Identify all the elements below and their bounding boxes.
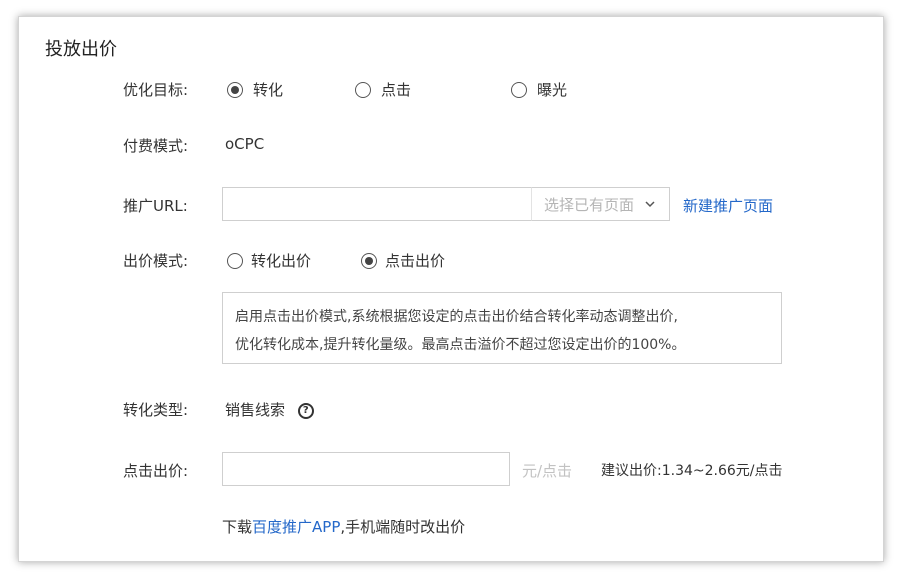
app-note-prefix: 下载	[222, 518, 253, 536]
bid-mode-radio-group: 转化出价 点击出价	[227, 250, 445, 271]
new-promo-page-link[interactable]: 新建推广页面	[683, 195, 773, 216]
section-title: 投放出价	[45, 39, 117, 60]
info-line-2: 优化转化成本,提升转化量级。最高点击溢价不超过您设定出价的100%。	[235, 337, 686, 353]
radio-click-bid[interactable]: 点击出价	[361, 250, 445, 271]
conversion-type-value: 销售线索	[225, 401, 286, 419]
page-select-placeholder: 选择已有页面	[544, 195, 635, 214]
optimization-label: 优化目标:	[123, 81, 189, 99]
radio-click-bid-label: 点击出价	[385, 252, 446, 270]
info-line-1: 启用点击出价模式,系统根据您设定的点击出价结合转化率动态调整出价,	[235, 309, 678, 325]
click-bid-label: 点击出价:	[123, 462, 189, 480]
bid-mode-info-box: 启用点击出价模式,系统根据您设定的点击出价结合转化率动态调整出价, 优化转化成本…	[222, 292, 782, 364]
promo-url-input[interactable]	[222, 187, 532, 221]
chevron-down-icon	[645, 201, 655, 208]
bid-mode-label: 出价模式:	[123, 252, 189, 270]
radio-unselected-icon	[511, 81, 527, 98]
payment-label: 付费模式:	[123, 137, 189, 155]
app-download-note: 下载百度推广APP,手机端随时改出价	[222, 516, 465, 537]
radio-click[interactable]: 点击	[355, 79, 511, 100]
radio-click-label: 点击	[381, 81, 412, 99]
page-select-dropdown[interactable]: 选择已有页面	[531, 187, 670, 221]
click-bid-unit: 元/点击	[522, 462, 573, 480]
radio-selected-icon	[361, 252, 377, 269]
radio-unselected-icon	[227, 252, 243, 269]
radio-selected-icon	[227, 81, 243, 98]
conversion-type-value-wrap: 销售线索 ?	[225, 399, 314, 420]
suggested-bid-text: 建议出价:1.34~2.66元/点击	[601, 463, 783, 479]
radio-impression-label: 曝光	[537, 81, 568, 99]
payment-value: oCPC	[225, 135, 265, 153]
promo-url-label: 推广URL:	[123, 197, 188, 215]
question-circle-icon[interactable]: ?	[297, 402, 314, 419]
radio-unselected-icon	[355, 81, 371, 98]
radio-conversion-bid[interactable]: 转化出价	[227, 250, 361, 271]
optimization-radio-group: 转化 点击 曝光	[227, 79, 567, 100]
radio-impression[interactable]: 曝光	[511, 79, 567, 100]
bid-settings-panel: 投放出价 优化目标: 转化 点击 曝光 付费模式: oCPC 推广URL: 选择…	[18, 16, 884, 562]
radio-conversion-bid-label: 转化出价	[251, 252, 312, 270]
radio-conversion-label: 转化	[253, 81, 284, 99]
conversion-type-label: 转化类型:	[123, 401, 189, 419]
click-bid-input[interactable]	[222, 452, 510, 486]
app-note-suffix: ,手机端随时改出价	[340, 518, 466, 536]
baidu-app-link[interactable]: 百度推广APP	[252, 518, 340, 536]
radio-conversion[interactable]: 转化	[227, 79, 355, 100]
